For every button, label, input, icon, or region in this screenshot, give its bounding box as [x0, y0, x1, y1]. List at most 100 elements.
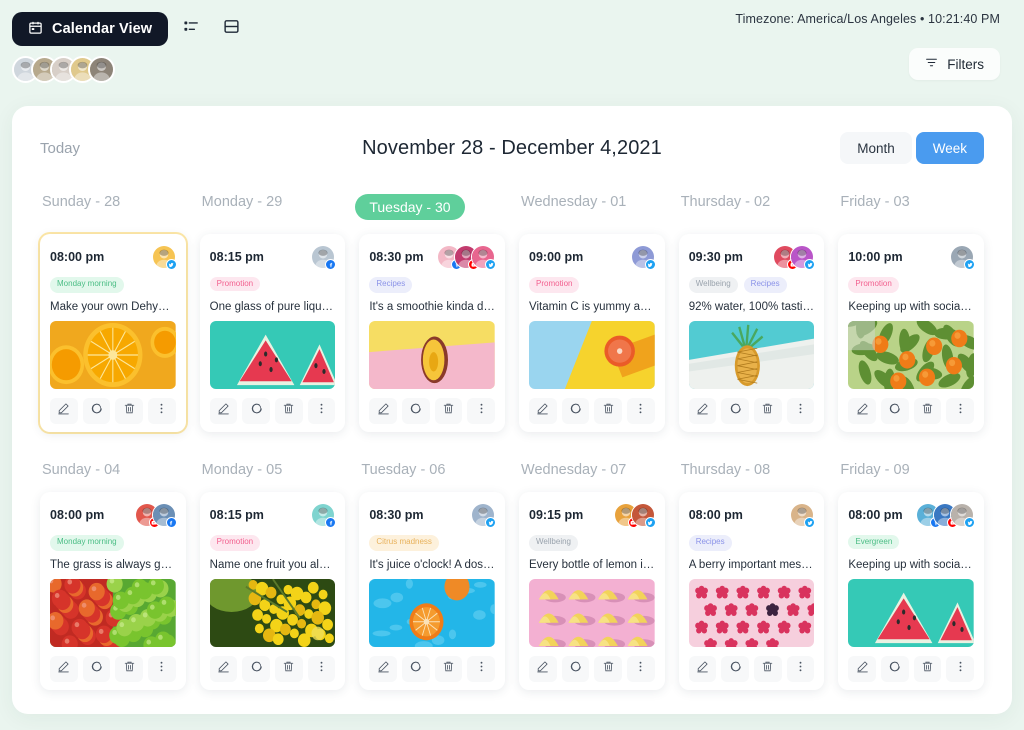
post-thumbnail[interactable] — [369, 321, 496, 389]
week-toggle-button[interactable]: Week — [915, 132, 984, 164]
more-action[interactable] — [627, 398, 655, 424]
more-action[interactable] — [786, 656, 815, 682]
edit-action[interactable] — [848, 398, 877, 424]
day-header[interactable]: Thursday - 08 — [679, 462, 825, 478]
post-thumbnail[interactable] — [688, 579, 815, 647]
post-tag[interactable]: Recipes — [369, 277, 413, 293]
comment-action[interactable] — [402, 656, 430, 682]
avatar[interactable] — [471, 503, 497, 528]
comment-action[interactable] — [561, 398, 590, 424]
comment-action[interactable] — [881, 656, 909, 682]
edit-action[interactable] — [369, 398, 398, 424]
post-card[interactable]: 08:15 pm Promotion Name one fruit you al… — [199, 492, 346, 690]
post-avatar-stack[interactable] — [134, 503, 177, 528]
delete-action[interactable] — [913, 656, 942, 682]
day-header[interactable]: Wednesday - 07 — [519, 462, 665, 478]
delete-action[interactable] — [115, 656, 144, 682]
post-avatar-stack[interactable] — [151, 245, 177, 270]
post-avatar-stack[interactable] — [311, 245, 337, 270]
post-thumbnail[interactable] — [50, 321, 176, 389]
edit-action[interactable] — [50, 656, 78, 682]
day-header[interactable]: Monday - 29 — [200, 194, 346, 220]
post-avatar-stack[interactable] — [437, 245, 497, 270]
post-avatar-stack[interactable] — [630, 245, 656, 270]
avatar[interactable] — [311, 245, 337, 270]
more-action[interactable] — [148, 398, 176, 424]
post-tag[interactable]: Monday morning — [50, 535, 124, 551]
delete-action[interactable] — [275, 398, 303, 424]
post-tag[interactable]: Evergreen — [848, 535, 900, 549]
edit-action[interactable] — [688, 656, 717, 682]
post-thumbnail[interactable] — [848, 579, 975, 647]
post-thumbnail[interactable] — [50, 579, 176, 647]
post-avatar-stack[interactable] — [916, 503, 976, 528]
avatar[interactable] — [950, 245, 976, 270]
post-thumbnail[interactable] — [529, 321, 655, 389]
more-action[interactable] — [467, 656, 496, 682]
edit-action[interactable] — [529, 398, 557, 424]
comment-action[interactable] — [881, 398, 909, 424]
avatar[interactable] — [151, 503, 177, 528]
avatar[interactable] — [311, 503, 337, 528]
post-tag[interactable]: Promotion — [209, 535, 261, 551]
edit-action[interactable] — [688, 398, 717, 424]
post-avatar-stack[interactable] — [950, 245, 976, 270]
post-tag[interactable]: Citrus madness — [369, 535, 439, 551]
edit-action[interactable] — [529, 656, 557, 682]
post-card[interactable]: 08:00 pm Monday morning The grass is alw… — [40, 492, 186, 690]
avatar[interactable] — [950, 503, 976, 528]
post-card[interactable]: 08:00 pm Evergreen Keeping up with socia… — [838, 492, 985, 690]
comment-action[interactable] — [721, 398, 750, 424]
delete-action[interactable] — [913, 398, 942, 424]
board-view-button[interactable] — [214, 12, 248, 46]
avatar[interactable] — [151, 245, 177, 270]
delete-action[interactable] — [594, 398, 623, 424]
avatar[interactable] — [471, 245, 497, 270]
delete-action[interactable] — [434, 398, 463, 424]
delete-action[interactable] — [594, 656, 623, 682]
more-action[interactable] — [946, 398, 975, 424]
delete-action[interactable] — [754, 656, 782, 682]
post-card[interactable]: 09:15 pm Wellbeing Every bottle of lemon… — [519, 492, 665, 690]
delete-action[interactable] — [434, 656, 463, 682]
post-card[interactable]: 10:00 pm Promotion Keeping up with socia… — [838, 234, 985, 432]
post-tag[interactable]: Promotion — [209, 277, 261, 291]
more-action[interactable] — [786, 398, 815, 424]
post-avatar-stack[interactable] — [773, 245, 816, 270]
comment-action[interactable] — [402, 398, 430, 424]
day-header[interactable]: Friday - 03 — [838, 194, 984, 220]
filters-button[interactable]: Filters — [909, 48, 1000, 80]
edit-action[interactable] — [50, 398, 78, 424]
comment-action[interactable] — [721, 656, 750, 682]
delete-action[interactable] — [754, 398, 782, 424]
post-card[interactable]: 08:30 pm Citrus madness It's juice o'clo… — [359, 492, 506, 690]
avatar[interactable] — [790, 503, 816, 528]
more-action[interactable] — [307, 656, 336, 682]
calendar-view-button[interactable]: Calendar View — [12, 12, 169, 46]
post-avatar-stack[interactable] — [613, 503, 656, 528]
edit-action[interactable] — [209, 656, 238, 682]
post-thumbnail[interactable] — [369, 579, 496, 647]
post-thumbnail[interactable] — [209, 579, 336, 647]
day-header[interactable]: Monday - 05 — [200, 462, 346, 478]
comment-action[interactable] — [242, 398, 271, 424]
post-thumbnail[interactable] — [848, 321, 975, 389]
day-header[interactable]: Sunday - 04 — [40, 462, 186, 478]
more-action[interactable] — [148, 656, 176, 682]
post-tag[interactable]: Promotion — [529, 277, 580, 293]
edit-action[interactable] — [369, 656, 398, 682]
avatar[interactable] — [630, 503, 656, 528]
post-thumbnail[interactable] — [209, 321, 336, 389]
more-action[interactable] — [946, 656, 975, 682]
team-avatar-stack[interactable] — [12, 56, 115, 83]
avatar[interactable] — [790, 245, 816, 270]
month-toggle-button[interactable]: Month — [840, 132, 912, 164]
post-tag[interactable]: Recipes — [688, 535, 732, 551]
edit-action[interactable] — [848, 656, 877, 682]
post-card[interactable]: 09:00 pm Promotion Vitamin C is yummy an… — [519, 234, 665, 432]
post-tag[interactable]: Wellbeing — [529, 535, 578, 551]
today-button[interactable]: Today — [40, 140, 340, 157]
post-tag[interactable]: Monday morning — [50, 277, 124, 293]
day-header[interactable]: Friday - 09 — [838, 462, 984, 478]
avatar[interactable] — [630, 245, 656, 270]
